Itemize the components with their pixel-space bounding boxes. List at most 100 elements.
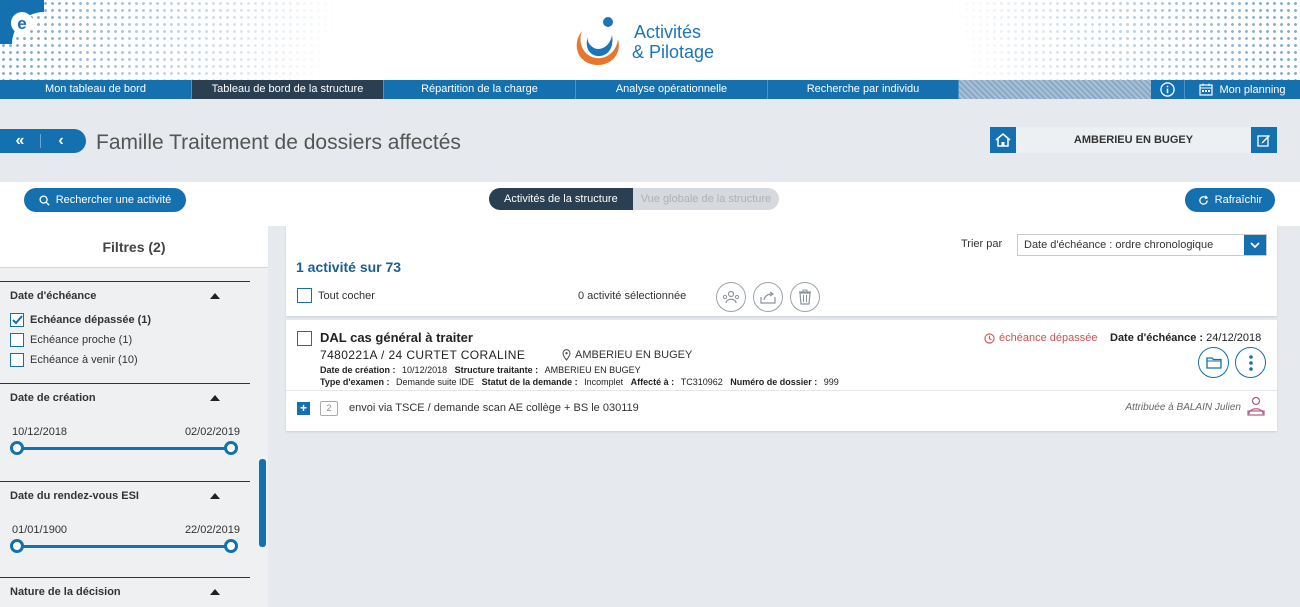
attributed-to: Attribuée à BALAIN Julien xyxy=(1125,402,1241,413)
range-to: 02/02/2019 xyxy=(184,426,240,438)
refresh-icon xyxy=(1198,194,1208,205)
filter-title-decision: Nature de la décision xyxy=(10,586,121,598)
home-icon[interactable] xyxy=(990,127,1016,153)
clock-icon xyxy=(984,332,995,344)
filter-date-echeance: Date d'échéance Echéance dépassée (1) Ec… xyxy=(0,281,250,383)
sort-label: Trier par xyxy=(961,238,1003,250)
collapse-caret-icon[interactable] xyxy=(210,293,220,299)
title-area: « ‹ Famille Traitement de dossiers affec… xyxy=(0,99,1300,182)
planning-label: Mon planning xyxy=(1219,83,1286,96)
due-date: Date d'échéance : 24/12/2018 xyxy=(1110,332,1261,344)
transfer-icon[interactable] xyxy=(753,282,783,312)
collapse-caret-icon[interactable] xyxy=(210,589,220,595)
edit-icon[interactable] xyxy=(1251,127,1277,153)
checkmark-icon xyxy=(11,315,23,325)
check-all[interactable]: Tout cocher xyxy=(297,288,375,303)
option-echeance-depassee[interactable]: Echéance dépassée (1) xyxy=(0,310,250,330)
option-label: Echéance proche (1) xyxy=(30,334,133,346)
header-dot-pattern-left xyxy=(0,0,390,80)
range-knob-end[interactable] xyxy=(224,539,238,553)
meta-file-label: Numéro de dossier : xyxy=(730,377,818,387)
search-icon xyxy=(39,194,50,206)
folder-icon[interactable] xyxy=(1198,347,1229,378)
option-label: Echéance dépassée (1) xyxy=(30,314,152,326)
meta-line-1: Date de création : 10/12/2018 Structure … xyxy=(320,365,641,375)
search-activity-button[interactable]: Rechercher une activité xyxy=(24,188,186,212)
selected-count: 0 activité sélectionnée xyxy=(578,290,687,302)
logo-letter: e xyxy=(17,14,26,33)
filter-title-echeance: Date d'échéance xyxy=(10,290,97,302)
nav-mon-tableau-de-bord[interactable]: Mon tableau de bord xyxy=(0,80,192,99)
checkbox[interactable] xyxy=(297,288,312,303)
structure-name: AMBERIEU EN BUGEY xyxy=(1016,127,1251,153)
due-label: Date d'échéance : xyxy=(1110,332,1204,344)
option-echeance-proche[interactable]: Echéance proche (1) xyxy=(0,330,250,350)
meta-assigned-label: Affecté à : xyxy=(630,377,675,387)
date-range-slider[interactable] xyxy=(10,441,238,455)
meta-status-label: Statut de la demande : xyxy=(481,377,578,387)
meta-exam-label: Type d'examen : xyxy=(320,377,390,387)
refresh-button[interactable]: Rafraîchir xyxy=(1185,188,1275,212)
activity-card[interactable]: DAL cas général à traiter 7480221A / 24 … xyxy=(286,320,1277,431)
corner-logo[interactable]: e xyxy=(0,0,44,44)
meta-file-value: 999 xyxy=(823,377,839,387)
tab-vue-globale[interactable]: Vue globale de la structure xyxy=(632,188,780,210)
meta-structure-value: AMBERIEU EN BUGEY xyxy=(544,365,641,375)
range-knob-end[interactable] xyxy=(224,441,238,455)
trash-icon[interactable] xyxy=(790,282,820,312)
comment-count-icon[interactable]: 2 xyxy=(320,401,338,416)
meta-assigned-value: TC310962 xyxy=(680,377,723,387)
main-nav: Mon tableau de bord Tableau de bord de l… xyxy=(0,80,1300,105)
assign-group-icon[interactable] xyxy=(716,282,746,312)
back-navigation: « ‹ xyxy=(0,129,86,153)
double-chevron-left-icon[interactable]: « xyxy=(0,129,40,153)
activity-note: envoi via TSCE / demande scan AE collège… xyxy=(349,402,639,414)
brand-line1: Activités xyxy=(634,22,702,42)
expand-plus-icon[interactable]: + xyxy=(297,402,310,415)
range-from: 01/01/1900 xyxy=(12,524,68,536)
app-header: e Activités & Pilotage xyxy=(0,0,1300,80)
meta-status-value: Incomplet xyxy=(584,377,624,387)
info-icon[interactable] xyxy=(1151,80,1185,99)
range-knob-start[interactable] xyxy=(10,539,24,553)
activity-title[interactable]: DAL cas général à traiter xyxy=(320,330,473,345)
option-echeance-a-venir[interactable]: Echéance à venir (10) xyxy=(0,350,250,370)
collapse-caret-icon[interactable] xyxy=(210,395,220,401)
chevron-left-icon[interactable]: ‹ xyxy=(41,129,81,153)
filters-sidebar: Filtres (2) Date d'échéance Echéance dép… xyxy=(0,226,268,607)
nav-analyse-operationnelle[interactable]: Analyse opérationnelle xyxy=(576,80,768,99)
nav-mon-planning[interactable]: Mon planning xyxy=(1185,80,1300,99)
view-toggle: Activités de la structure Vue globale de… xyxy=(489,188,780,210)
sort-value: Date d'échéance : ordre chronologique xyxy=(1024,239,1214,251)
sidebar-scrollbar[interactable] xyxy=(259,459,266,547)
chevron-down-icon[interactable] xyxy=(1244,235,1266,255)
activity-location: AMBERIEU EN BUGEY xyxy=(562,349,692,361)
range-to: 22/02/2019 xyxy=(184,524,240,536)
brand-line2: & Pilotage xyxy=(632,42,715,62)
app-brand: Activités & Pilotage xyxy=(568,12,748,72)
meta-creation-label: Date de création : xyxy=(320,365,396,375)
calendar-icon xyxy=(1199,83,1214,96)
activity-checkbox[interactable] xyxy=(297,331,312,346)
date-range-slider[interactable] xyxy=(10,539,238,553)
nav-tableau-de-bord-structure[interactable]: Tableau de bord de la structure xyxy=(192,80,384,105)
checkbox[interactable] xyxy=(10,353,24,367)
checkbox[interactable] xyxy=(10,333,24,347)
filter-date-creation: Date de création 10/12/2018 02/02/2019 xyxy=(0,383,250,481)
more-options-icon[interactable] xyxy=(1235,347,1266,378)
meta-creation-value: 10/12/2018 xyxy=(402,365,448,375)
checkbox-checked[interactable] xyxy=(10,313,24,327)
activity-count: 1 activité sur 73 xyxy=(296,259,402,275)
range-knob-start[interactable] xyxy=(10,441,24,455)
location-pin-icon xyxy=(562,349,571,361)
sort-select[interactable]: Date d'échéance : ordre chronologique xyxy=(1017,234,1267,256)
tab-activites-structure[interactable]: Activités de la structure xyxy=(489,188,633,210)
structure-selector: AMBERIEU EN BUGEY xyxy=(990,126,1277,154)
nav-repartition-charge[interactable]: Répartition de la charge xyxy=(384,80,576,99)
overdue-text: échéance dépassée xyxy=(999,332,1098,344)
overdue-badge: échéance dépassée xyxy=(984,332,1097,344)
meta-line-2: Type d'examen : Demande suite IDE Statut… xyxy=(320,377,839,387)
collapse-caret-icon[interactable] xyxy=(210,493,220,499)
option-label: Echéance à venir (10) xyxy=(30,354,138,366)
nav-recherche-individu[interactable]: Recherche par individu xyxy=(768,80,959,99)
